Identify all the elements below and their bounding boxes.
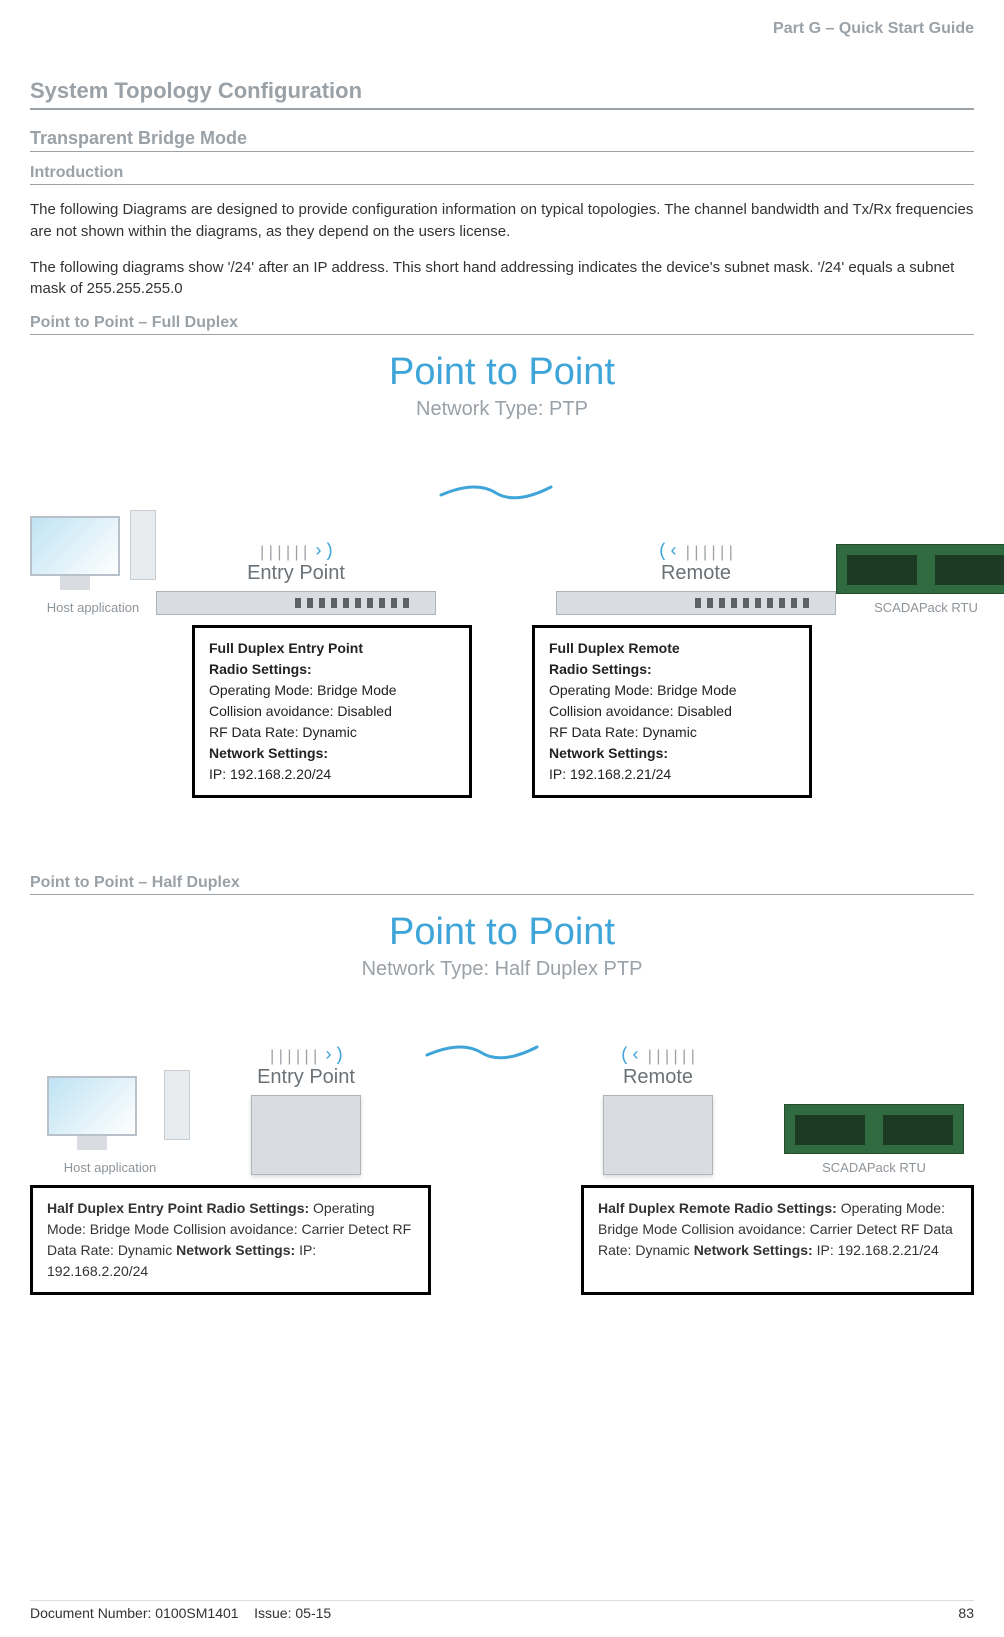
remote-label: Remote xyxy=(542,1066,774,1089)
radio-device-slim xyxy=(156,591,436,615)
cfg-line: Collision avoidance: Disabled xyxy=(549,701,795,722)
config-box-entry: Half Duplex Entry Point Radio Settings: … xyxy=(30,1185,431,1295)
pc-tower-icon xyxy=(164,1070,190,1140)
host-label: Host application xyxy=(30,600,156,615)
pc-tower-icon xyxy=(130,510,156,580)
cfg-title: Half Duplex Entry Point xyxy=(47,1200,203,1216)
cfg-rs: Radio Settings: xyxy=(209,659,455,680)
cfg-line: Collision avoidance: Disabled xyxy=(209,701,455,722)
rtu-label: SCADAPack RTU xyxy=(774,1160,974,1175)
diag2-heading: Point to Point – Half Duplex xyxy=(30,874,974,895)
part-header: Part G – Quick Start Guide xyxy=(30,20,974,38)
diagram-half-duplex: Point to Point Network Type: Half Duplex… xyxy=(30,911,974,1295)
monitor-icon xyxy=(30,516,120,576)
rf-link-icon xyxy=(422,1035,542,1065)
radio-device-slim xyxy=(556,591,836,615)
cfg-title: Full Duplex Remote xyxy=(549,638,795,659)
diag2-title: Point to Point xyxy=(30,911,974,954)
rtu-icon xyxy=(784,1104,964,1154)
cfg-title: Half Duplex Remote xyxy=(598,1200,730,1216)
rtu-label: SCADAPack RTU xyxy=(836,600,1004,615)
config-box-remote: Full Duplex Remote Radio Settings: Opera… xyxy=(532,625,812,798)
antenna-left-icon: ||||||›) xyxy=(156,528,436,562)
antenna-left-icon: ||||||›) xyxy=(190,1032,422,1066)
paragraph-2: The following diagrams show '/24' after … xyxy=(30,257,974,301)
cfg-ns: Network Settings: xyxy=(176,1242,295,1258)
radio-device-box xyxy=(603,1095,713,1175)
remote-label: Remote xyxy=(556,562,836,585)
cfg-rs: Radio Settings: xyxy=(206,1200,309,1216)
page-number: 83 xyxy=(958,1605,974,1621)
entry-point-label: Entry Point xyxy=(156,562,436,585)
cfg-ns: Network Settings: xyxy=(209,743,455,764)
section-intro: Introduction xyxy=(30,164,974,185)
paragraph-1: The following Diagrams are designed to p… xyxy=(30,199,974,243)
cfg-line: Operating Mode: Bridge Mode xyxy=(209,680,455,701)
page-footer: Document Number: 0100SM1401 Issue: 05-15… xyxy=(30,1600,974,1621)
diagram-full-duplex: Point to Point Network Type: PTP Host ap… xyxy=(30,351,974,798)
config-box-remote: Half Duplex Remote Radio Settings: Opera… xyxy=(581,1185,974,1295)
cfg-ip: IP: 192.168.2.21/24 xyxy=(549,764,795,785)
cfg-line: Collision avoidance: Carrier Detect xyxy=(681,1221,897,1237)
radio-device-box xyxy=(251,1095,361,1175)
cfg-title: Full Duplex Entry Point xyxy=(209,638,455,659)
doc-issue: Issue: 05-15 xyxy=(254,1605,331,1621)
section-mode: Transparent Bridge Mode xyxy=(30,128,974,152)
cfg-rs: Radio Settings: xyxy=(734,1200,837,1216)
monitor-icon xyxy=(47,1076,137,1136)
antenna-right-icon: (‹|||||| xyxy=(556,528,836,562)
antenna-right-icon: (‹|||||| xyxy=(542,1032,774,1066)
diag1-title: Point to Point xyxy=(30,351,974,394)
rtu-icon xyxy=(836,544,1004,594)
diag2-subtitle: Network Type: Half Duplex PTP xyxy=(30,958,974,981)
diag1-heading: Point to Point – Full Duplex xyxy=(30,314,974,335)
cfg-ns: Network Settings: xyxy=(549,743,795,764)
cfg-line: Operating Mode: Bridge Mode xyxy=(549,680,795,701)
cfg-rs: Radio Settings: xyxy=(549,659,795,680)
config-box-entry: Full Duplex Entry Point Radio Settings: … xyxy=(192,625,472,798)
host-label: Host application xyxy=(30,1160,190,1175)
cfg-ip: IP: 192.168.2.20/24 xyxy=(209,764,455,785)
diag1-subtitle: Network Type: PTP xyxy=(30,398,974,421)
cfg-ns: Network Settings: xyxy=(694,1242,813,1258)
rf-link-icon xyxy=(436,475,556,505)
cfg-line: Collision avoidance: Carrier Detect xyxy=(173,1221,389,1237)
entry-point-label: Entry Point xyxy=(190,1066,422,1089)
cfg-ip: IP: 192.168.2.21/24 xyxy=(817,1242,939,1258)
doc-number: Document Number: 0100SM1401 xyxy=(30,1605,239,1621)
cfg-line: RF Data Rate: Dynamic xyxy=(549,722,795,743)
page-title: System Topology Configuration xyxy=(30,78,974,110)
cfg-line: RF Data Rate: Dynamic xyxy=(209,722,455,743)
